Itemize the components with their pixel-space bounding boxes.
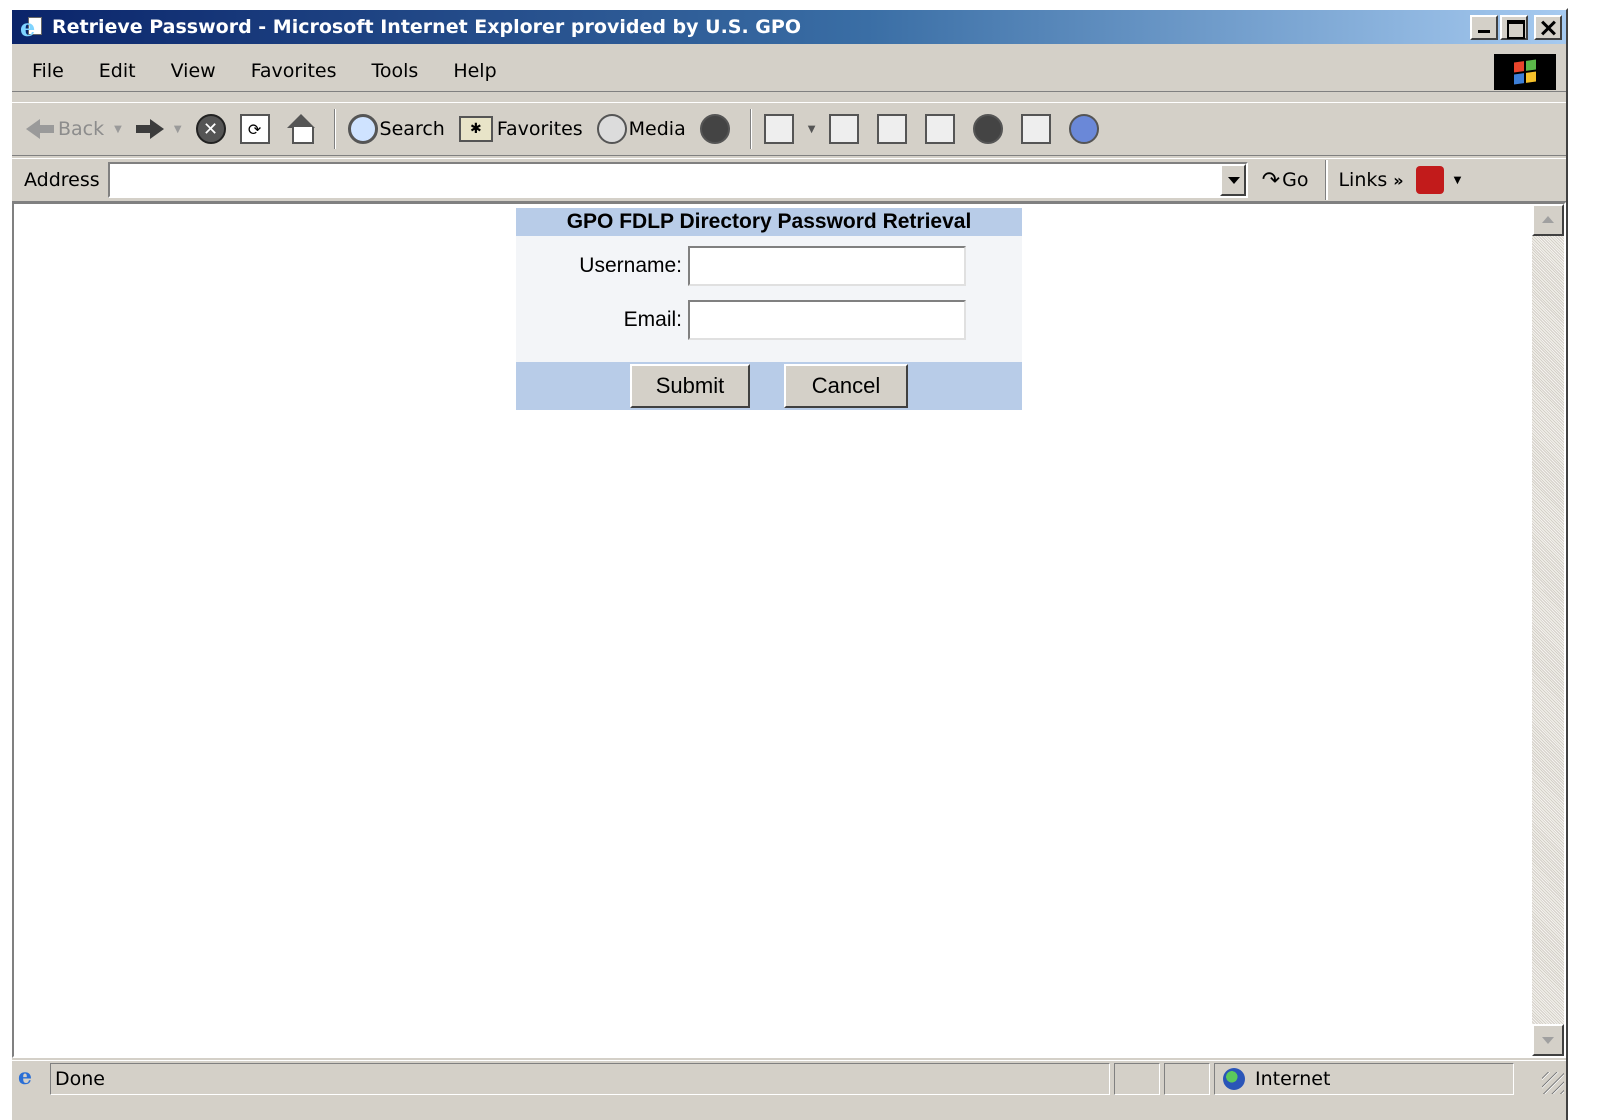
media-button[interactable]: Media — [596, 114, 686, 144]
back-dropdown-icon[interactable]: ▼ — [114, 124, 122, 135]
messenger-button[interactable] — [1069, 114, 1103, 144]
security-zone[interactable]: Internet — [1214, 1062, 1514, 1095]
favorites-label: Favorites — [496, 118, 583, 140]
mail-dropdown-icon[interactable]: ▼ — [808, 124, 816, 135]
links-label: Links — [1338, 169, 1388, 191]
go-arrow-icon: ↷ — [1261, 167, 1281, 193]
title-bar[interactable]: e Retrieve Password - Microsoft Internet… — [12, 10, 1566, 44]
print-button[interactable] — [829, 114, 863, 144]
window-controls — [1470, 15, 1562, 40]
username-row: Username: — [516, 246, 966, 286]
menu-help[interactable]: Help — [433, 60, 511, 82]
refresh-button[interactable]: ⟳ — [239, 114, 270, 144]
forward-button[interactable]: ▼ — [135, 119, 182, 139]
resize-grip-icon[interactable] — [1542, 1072, 1564, 1094]
ie-page-icon: e — [18, 13, 46, 42]
username-input[interactable] — [688, 246, 966, 286]
edit-button[interactable] — [877, 114, 911, 144]
toolbar-separator — [333, 109, 336, 149]
minimize-button[interactable] — [1470, 15, 1498, 40]
form-heading: GPO FDLP Directory Password Retrieval — [516, 208, 1022, 236]
menu-file[interactable]: File — [12, 60, 79, 82]
menu-favorites[interactable]: Favorites — [231, 60, 352, 82]
messenger-icon — [1069, 114, 1100, 144]
history-button[interactable] — [699, 114, 734, 144]
search-icon — [347, 114, 378, 144]
menu-tools[interactable]: Tools — [352, 60, 434, 82]
discuss-button[interactable] — [925, 114, 959, 144]
home-icon — [284, 114, 318, 144]
password-retrieval-form: GPO FDLP Directory Password Retrieval Us… — [516, 208, 1022, 412]
forward-arrow-icon — [149, 119, 164, 139]
email-input[interactable] — [688, 300, 966, 340]
search-button[interactable]: Search — [347, 114, 445, 144]
block-button[interactable] — [973, 114, 1007, 144]
chevron-right-icon[interactable]: » — [1393, 171, 1403, 190]
mail-icon — [763, 114, 794, 144]
forward-dropdown-icon[interactable]: ▼ — [174, 124, 182, 135]
back-button[interactable]: Back ▼ — [26, 118, 122, 140]
email-row: Email: — [516, 300, 966, 340]
scroll-down-button[interactable] — [1532, 1024, 1564, 1056]
search-label: Search — [379, 118, 445, 140]
toolbar-separator — [749, 109, 752, 149]
pdf-icon[interactable] — [1415, 166, 1444, 194]
media-icon — [596, 114, 627, 144]
address-input[interactable] — [107, 162, 1248, 198]
status-text: Done — [50, 1062, 1110, 1095]
status-bar: e Done Internet — [12, 1060, 1566, 1096]
go-button[interactable]: ↷ Go — [1262, 168, 1309, 193]
research-icon — [1021, 114, 1052, 144]
maximize-button[interactable] — [1500, 15, 1528, 40]
close-button[interactable] — [1534, 15, 1562, 40]
cancel-button[interactable]: Cancel — [784, 364, 908, 408]
back-arrow-icon — [26, 119, 40, 139]
block-icon — [973, 114, 1004, 144]
refresh-icon: ⟳ — [239, 114, 270, 144]
address-label: Address — [24, 169, 100, 191]
username-label: Username: — [579, 254, 682, 277]
submit-button[interactable]: Submit — [630, 364, 750, 408]
stop-icon: ✕ — [195, 114, 226, 144]
window-title: Retrieve Password - Microsoft Internet E… — [52, 16, 801, 38]
browser-window: e Retrieve Password - Microsoft Internet… — [10, 8, 1568, 1120]
history-icon — [699, 114, 730, 144]
form-body: Username: Email: — [516, 236, 1022, 362]
go-label: Go — [1282, 169, 1309, 191]
media-label: Media — [628, 118, 686, 140]
email-label: Email: — [623, 308, 682, 331]
address-bar: Address ↷ Go Links » ▼ — [12, 158, 1566, 202]
globe-icon — [1223, 1067, 1245, 1090]
status-pane — [1114, 1062, 1160, 1095]
windows-logo-icon — [1494, 54, 1556, 90]
favorites-icon: ✱ — [458, 116, 493, 142]
edit-icon — [877, 114, 908, 144]
print-icon — [829, 114, 860, 144]
scroll-up-button[interactable] — [1532, 204, 1564, 236]
standard-toolbar: Back ▼ ▼ ✕ ⟳ Search ✱ Favorites Media ▼ — [12, 102, 1566, 156]
discuss-icon — [925, 114, 956, 144]
stop-button[interactable]: ✕ — [195, 114, 226, 144]
home-button[interactable] — [284, 114, 318, 144]
menu-edit[interactable]: Edit — [79, 60, 151, 82]
vertical-scrollbar[interactable] — [1532, 204, 1564, 1056]
menu-view[interactable]: View — [151, 60, 231, 82]
mail-button[interactable]: ▼ — [763, 114, 816, 144]
back-label: Back — [58, 118, 105, 140]
zone-label: Internet — [1255, 1067, 1331, 1090]
page-content: GPO FDLP Directory Password Retrieval Us… — [12, 202, 1566, 1058]
ie-page-icon: e — [18, 1063, 32, 1090]
research-button[interactable] — [1021, 114, 1055, 144]
form-footer: Submit Cancel — [516, 362, 1022, 410]
status-pane — [1164, 1062, 1210, 1095]
address-dropdown-icon[interactable] — [1219, 164, 1246, 196]
links-toolbar[interactable]: Links » ▼ — [1326, 160, 1461, 200]
menu-bar: File Edit View Favorites Tools Help — [12, 50, 1566, 92]
pdf-dropdown-icon[interactable]: ▼ — [1454, 175, 1462, 186]
favorites-button[interactable]: ✱ Favorites — [458, 116, 583, 142]
